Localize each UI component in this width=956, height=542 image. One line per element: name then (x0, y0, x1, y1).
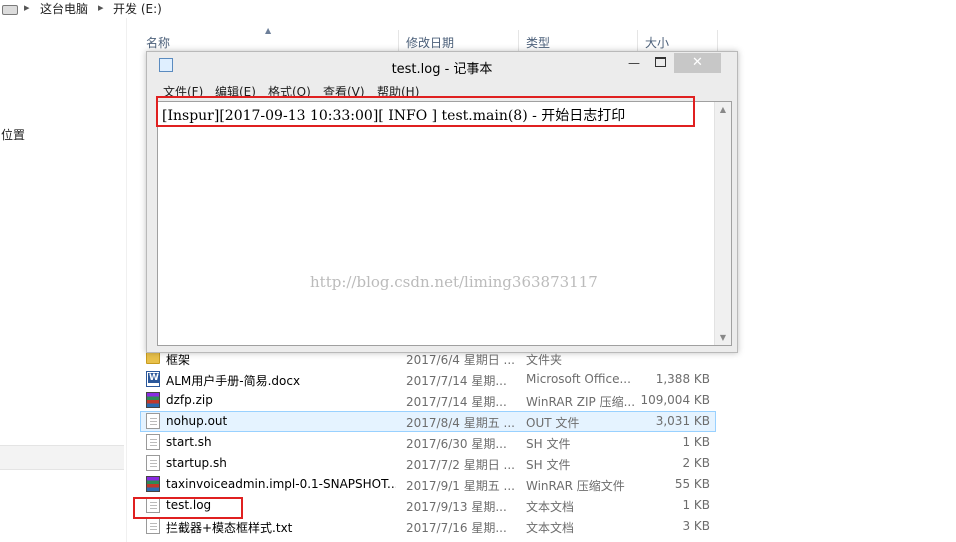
winrar-icon (146, 476, 160, 492)
scroll-up-icon[interactable]: ▲ (715, 105, 731, 114)
breadcrumb-this-pc[interactable]: 这台电脑 (40, 0, 88, 17)
file-name: start.sh (166, 435, 212, 449)
file-size: 55 KB (674, 477, 710, 491)
watermark-text: http://blog.csdn.net/liming363873117 (310, 273, 598, 291)
column-divider[interactable] (518, 30, 519, 52)
file-size: 1 KB (682, 498, 710, 512)
breadcrumb-drive-e[interactable]: 开发 (E:) (113, 0, 162, 17)
file-size: 3,031 KB (655, 414, 710, 428)
file-date: 2017/9/1 星期五 ... (406, 479, 515, 493)
column-header-type[interactable]: 类型 (526, 34, 550, 51)
file-icon (146, 434, 160, 450)
file-date: 2017/9/13 星期... (406, 500, 507, 514)
file-type: WinRAR 压缩文件 (526, 479, 625, 493)
notepad-title-bar[interactable]: test.log - 记事本 — ✕ (147, 52, 737, 80)
file-date: 2017/7/14 星期... (406, 374, 507, 388)
file-icon (146, 413, 160, 429)
nav-item-selected[interactable] (0, 445, 124, 470)
navigation-pane: 位置 (0, 18, 126, 542)
file-type: 文件夹 (526, 353, 563, 367)
file-row[interactable]: ALM用户手册-简易.docx 2017/7/14 星期... Microsof… (140, 369, 716, 390)
text-file-icon (146, 518, 160, 534)
nav-item-location[interactable]: 位置 (1, 126, 25, 143)
file-icon (146, 455, 160, 471)
file-size: 3 KB (682, 519, 710, 533)
word-doc-icon (146, 371, 160, 387)
column-divider[interactable] (717, 30, 718, 52)
file-date: 2017/7/2 星期日 ... (406, 458, 515, 472)
notepad-text-area[interactable]: [Inspur][2017-09-13 10:33:00][ INFO ] te… (157, 101, 732, 346)
maximize-icon (654, 57, 666, 67)
file-date: 2017/6/30 星期... (406, 437, 507, 451)
close-button[interactable]: ✕ (674, 53, 721, 73)
file-size: 1 KB (682, 435, 710, 449)
file-date: 2017/7/16 星期... (406, 521, 507, 535)
minimize-button[interactable]: — (621, 53, 647, 73)
file-name: ALM用户手册-简易.docx (166, 374, 301, 388)
file-date: 2017/7/14 星期... (406, 395, 507, 409)
maximize-button[interactable] (647, 53, 673, 73)
file-date: 2017/6/4 星期日 ... (406, 353, 515, 367)
column-header-modified[interactable]: 修改日期 (406, 34, 454, 51)
file-row-hovered[interactable]: nohup.out 2017/8/4 星期五 ... OUT 文件 3,031 … (140, 411, 716, 432)
column-header-name[interactable]: 名称 (146, 34, 170, 51)
file-name: taxinvoiceadmin.impl-0.1-SNAPSHOT.... (166, 477, 396, 491)
file-size: 109,004 KB (640, 393, 710, 407)
sort-ascending-icon: ▲ (265, 26, 272, 35)
file-row[interactable]: taxinvoiceadmin.impl-0.1-SNAPSHOT.... 20… (140, 474, 716, 495)
address-bar[interactable]: ▸ 这台电脑 ▸ 开发 (E:) (0, 0, 956, 18)
file-name: 拦截器+模态框样式.txt (166, 521, 293, 535)
scroll-down-icon[interactable]: ▼ (715, 333, 731, 342)
file-name: nohup.out (166, 414, 228, 428)
breadcrumb-separator-icon[interactable]: ▸ (98, 1, 104, 14)
file-size: 2 KB (682, 456, 710, 470)
file-type: OUT 文件 (526, 416, 580, 430)
column-header-bar: 名称 修改日期 类型 大小 (127, 30, 956, 52)
file-name: startup.sh (166, 456, 227, 470)
drive-icon (2, 5, 18, 15)
breadcrumb-separator-icon[interactable]: ▸ (24, 1, 30, 14)
highlight-box-test-log (133, 497, 243, 519)
file-size: 1,388 KB (655, 372, 710, 386)
file-row[interactable]: start.sh 2017/6/30 星期... SH 文件 1 KB (140, 432, 716, 453)
pane-divider[interactable] (126, 18, 127, 542)
vertical-scrollbar[interactable]: ▲ ▼ (714, 102, 731, 345)
file-type: WinRAR ZIP 压缩... (526, 395, 636, 409)
winrar-icon (146, 392, 160, 408)
file-name: 框架 (166, 353, 191, 367)
file-type: SH 文件 (526, 437, 571, 451)
file-name: dzfp.zip (166, 393, 213, 407)
column-divider[interactable] (398, 30, 399, 52)
file-row[interactable]: startup.sh 2017/7/2 星期日 ... SH 文件 2 KB (140, 453, 716, 474)
file-type: Microsoft Office... (526, 372, 631, 386)
file-type: SH 文件 (526, 458, 571, 472)
column-header-size[interactable]: 大小 (645, 34, 669, 51)
folder-icon (146, 352, 160, 364)
highlight-box-log-line (156, 96, 695, 127)
column-divider[interactable] (637, 30, 638, 52)
file-row[interactable]: 拦截器+模态框样式.txt 2017/7/16 星期... 文本文档 3 KB (140, 516, 716, 537)
file-type: 文本文档 (526, 500, 575, 514)
file-row[interactable]: dzfp.zip 2017/7/14 星期... WinRAR ZIP 压缩..… (140, 390, 716, 411)
file-date: 2017/8/4 星期五 ... (406, 416, 515, 430)
file-type: 文本文档 (526, 521, 575, 535)
